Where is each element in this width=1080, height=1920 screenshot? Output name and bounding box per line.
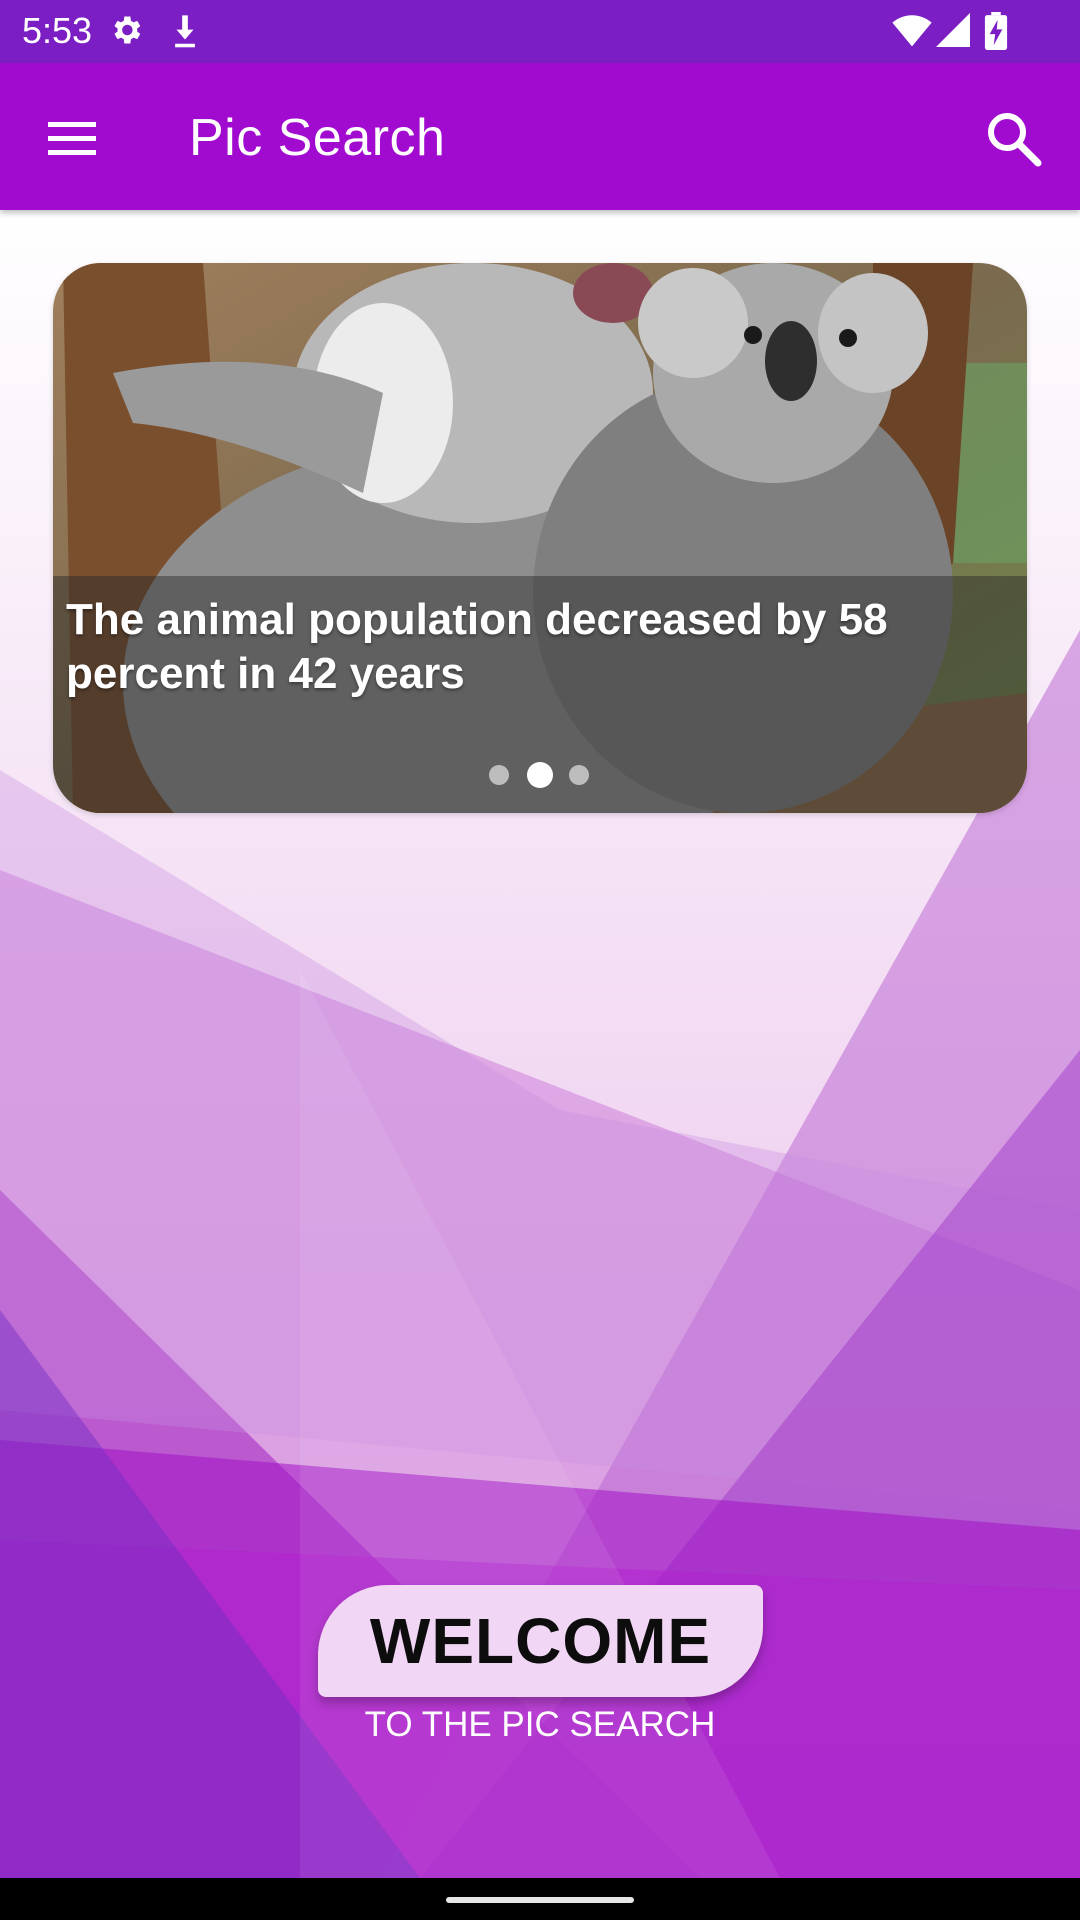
welcome-subtitle: TO THE PIC SEARCH — [364, 1705, 716, 1744]
news-banner[interactable]: The animal population decreased by 58 pe… — [53, 263, 1027, 813]
hamburger-menu-icon — [48, 122, 96, 155]
settings-icon — [108, 12, 144, 53]
status-time: 5:53 — [22, 10, 93, 51]
welcome-title: WELCOME — [369, 1605, 712, 1677]
welcome-badge: WELCOME — [318, 1585, 763, 1697]
search-button[interactable] — [978, 103, 1050, 175]
screen: 5:53 Pic Search The animal population de… — [0, 0, 1080, 1920]
download-icon — [168, 12, 202, 55]
carousel-indicator — [0, 760, 1080, 790]
wifi-icon — [892, 12, 932, 53]
carousel-dot[interactable] — [489, 765, 509, 785]
status-bar: 5:53 — [0, 0, 1080, 63]
battery-charging-icon — [984, 12, 1008, 55]
banner-caption: The animal population decreased by 58 pe… — [66, 595, 888, 698]
menu-button[interactable] — [40, 106, 104, 170]
carousel-dot[interactable] — [569, 765, 589, 785]
app-title: Pic Search — [189, 109, 446, 167]
signal-icon — [936, 12, 970, 53]
navigation-bar — [0, 1878, 1080, 1920]
carousel-dot-active[interactable] — [527, 762, 553, 788]
search-icon — [988, 113, 1042, 167]
app-bar: Pic Search — [0, 63, 1080, 210]
home-gesture-handle[interactable] — [446, 1897, 634, 1903]
